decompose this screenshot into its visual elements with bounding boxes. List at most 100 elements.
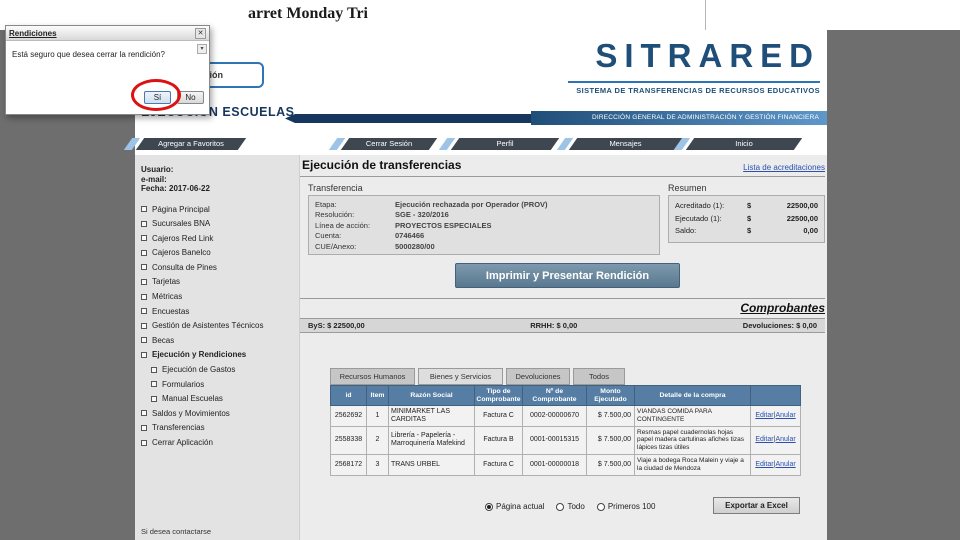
summary-label: Ejecutado (1): [675, 213, 722, 223]
slide-frame-divider [705, 0, 706, 30]
checkbox-icon [141, 206, 147, 212]
sidebar-item-cerrar-aplicacion[interactable]: Cerrar Aplicación [141, 438, 299, 447]
cell-monto: $ 7.500,00 [586, 453, 635, 476]
sidebar-item-gestion-asistentes[interactable]: Gestión de Asistentes Técnicos [141, 321, 299, 330]
slide-partial-title: arret Monday Tri [248, 5, 368, 22]
nav-agregar-favoritos[interactable]: Agregar a Favoritos [123, 138, 247, 150]
checkbox-icon [141, 424, 147, 431]
radio-primeros-100[interactable]: Primeros 100 [596, 502, 655, 511]
header-numero-comprobante: Nº de Comprobante [522, 385, 587, 406]
nav-accent [438, 138, 456, 150]
sidebar-item-tarjetas[interactable]: Tarjetas [141, 277, 299, 286]
cell-numero: 0001-00000018 [522, 453, 587, 476]
close-icon[interactable]: ✕ [195, 27, 206, 39]
header-item: Item [366, 385, 389, 406]
anular-link[interactable]: Anular [775, 436, 795, 443]
summary-amount: 22500,00 [786, 213, 818, 223]
brand-subtitle: SISTEMA DE TRANSFERENCIAS DE RECURSOS ED… [576, 86, 820, 95]
cell-monto: $ 7.500,00 [586, 425, 635, 455]
total-rrhh: RRHH: $ 0,00 [530, 321, 578, 330]
anular-link[interactable]: Anular [775, 461, 795, 468]
cell-id: 2558338 [330, 425, 367, 455]
tab-recursos-humanos[interactable]: Recursos Humanos [330, 368, 415, 385]
nav-perfil[interactable]: Perfil [438, 138, 560, 150]
title-rule [300, 176, 825, 177]
radio-todo[interactable]: Todo [556, 502, 585, 511]
field-label: Resolución: [315, 210, 355, 220]
nav-mensajes[interactable]: Mensajes [556, 138, 683, 150]
cell-item: 2 [366, 425, 389, 455]
header-id: id [330, 385, 367, 406]
sidebar-item-saldos-movimientos[interactable]: Saldos y Movimientos [141, 409, 299, 418]
cell-item: 1 [366, 405, 389, 427]
dialog-titlebar[interactable]: Rendiciones ✕ [6, 26, 209, 41]
nav-inicio[interactable]: Inicio [673, 138, 803, 150]
summary-amount: 0,00 [803, 226, 818, 235]
comprobantes-table: id Item Razón Social Tipo de Comprobante… [330, 385, 801, 476]
editar-link[interactable]: Editar [755, 461, 773, 468]
sidebar-item-becas[interactable]: Becas [141, 336, 299, 345]
nav-accent [556, 138, 574, 150]
exportar-excel-button[interactable]: Exportar a Excel [713, 497, 800, 514]
summary-amount: 22500,00 [786, 201, 818, 210]
cell-actions: Editar|Anular [750, 425, 801, 455]
header-detalle-compra: Detalle de la compra [634, 385, 751, 406]
rendiciones-dialog: Rendiciones ✕ Está seguro que desea cerr… [5, 25, 210, 115]
comprobantes-title: Comprobantes [740, 301, 825, 315]
sidebar-item-manual-escuelas[interactable]: Manual Escuelas [151, 394, 299, 403]
checkbox-icon [141, 410, 147, 417]
sidebar-item-ejecucion-rendiciones[interactable]: Ejecución y Rendiciones [141, 350, 299, 359]
sidebar-item-sucursales-bna[interactable]: Sucursales BNA [141, 219, 299, 228]
sidebar-item-transferencias[interactable]: Transferencias [141, 423, 299, 432]
cell-actions: Editar|Anular [750, 453, 801, 476]
summary-label: Acreditado (1): [675, 201, 725, 210]
sidebar-item-formularios[interactable]: Formularios [151, 380, 299, 389]
lista-acreditaciones-link[interactable]: Lista de acreditaciones [743, 163, 825, 172]
department-band: DIRECCIÓN GENERAL DE ADMINISTRACIÓN Y GE… [531, 111, 827, 125]
editar-link[interactable]: Editar [755, 436, 773, 443]
cell-id: 2568172 [330, 453, 367, 476]
checkbox-icon [141, 249, 147, 256]
main-panel: Ejecución de transferencias Lista de acr… [300, 155, 827, 540]
checkbox-icon [141, 322, 147, 329]
chevron-down-icon[interactable]: ▾ [197, 44, 207, 54]
cell-tipo: Factura C [474, 405, 523, 427]
content-area: Usuario: e-mail: Fecha: 2017-06-22 Págin… [135, 155, 827, 540]
tab-bienes-servicios[interactable]: Bienes y Servicios [418, 368, 503, 385]
checkbox-icon [141, 293, 147, 300]
imprimir-presentar-button[interactable]: Imprimir y Presentar Rendición [455, 263, 680, 288]
sidebar-item-cajeros-banelco[interactable]: Cajeros Banelco [141, 248, 299, 257]
separator-line [300, 298, 825, 299]
sidebar: Usuario: e-mail: Fecha: 2017-06-22 Págin… [135, 155, 300, 540]
annotation-ellipse [131, 79, 181, 111]
currency-sign: $ [747, 226, 752, 235]
field-label: CUE/Anexo: [315, 241, 357, 251]
sidebar-item-cajeros-red-link[interactable]: Cajeros Red Link [141, 234, 299, 243]
tab-todos[interactable]: Todos [573, 368, 625, 385]
arrow-band [285, 114, 531, 123]
editar-link[interactable]: Editar [755, 412, 773, 419]
sitrared-window: de la Nación SITRARED SISTEMA DE TRANSFE… [123, 30, 827, 540]
sidebar-item-pagina-principal[interactable]: Página Principal [141, 205, 299, 214]
user-label: Usuario: [141, 165, 174, 174]
header-tipo-comprobante: Tipo de Comprobante [474, 385, 523, 406]
radio-pagina-actual[interactable]: Página actual [485, 502, 544, 511]
sidebar-item-encuestas[interactable]: Encuestas [141, 307, 299, 316]
tab-devoluciones[interactable]: Devoluciones [506, 368, 570, 385]
header-monto-ejecutado: Monto Ejecutado [586, 385, 635, 406]
sidebar-item-ejecucion-gastos[interactable]: Ejecución de Gastos [151, 365, 299, 374]
checkbox-icon [141, 264, 147, 271]
sidebar-item-consulta-pines[interactable]: Consulta de Pines [141, 263, 299, 272]
header-actions [750, 385, 801, 406]
anular-link[interactable]: Anular [775, 412, 795, 419]
sidebar-item-metricas[interactable]: Métricas [141, 292, 299, 301]
nav-accent [328, 138, 346, 150]
nav-cerrar-sesion[interactable]: Cerrar Sesión [328, 138, 438, 150]
pagination-options: Página actual Todo Primeros 100 [485, 502, 655, 511]
no-button[interactable]: No [177, 91, 204, 104]
checkbox-icon [151, 381, 157, 388]
email-label: e-mail: [141, 174, 167, 184]
field-value: PROYECTOS ESPECIALES [395, 220, 492, 230]
cell-razon: Librería - Papelería - Marroquinería Maf… [388, 425, 475, 455]
table-row: 2558338 2 Librería - Papelería - Marroqu… [330, 425, 801, 455]
